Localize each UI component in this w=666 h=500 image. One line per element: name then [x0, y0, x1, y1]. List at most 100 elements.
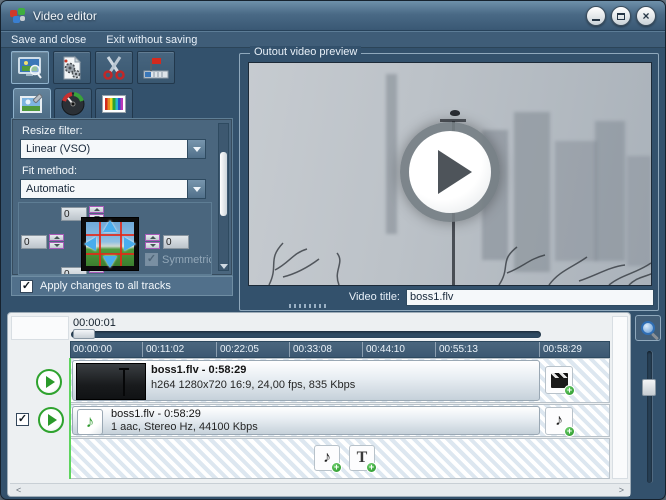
crop-arrow-down-icon[interactable] [103, 256, 117, 268]
preview-tool-button[interactable] [11, 51, 49, 84]
audio-track-checkbox[interactable]: ✓ [16, 413, 29, 426]
crop-arrow-left-icon[interactable] [84, 237, 96, 251]
add-video-icon [551, 373, 568, 388]
video-editor-window: Video editor × Save and close Exit witho… [0, 0, 666, 500]
marker-icon [142, 55, 170, 81]
video-title-input[interactable] [406, 289, 654, 306]
add-audio-track-button[interactable]: ♪ + [314, 445, 340, 471]
play-button[interactable] [400, 122, 500, 222]
apply-all-tracks-label: Apply changes to all tracks [40, 280, 171, 292]
plus-icon: + [564, 385, 575, 396]
timeline-horizontal-scrollbar[interactable]: < > [10, 483, 630, 496]
ruler-tick [539, 342, 540, 358]
panel-scrollbar-thumb[interactable] [220, 152, 227, 216]
app-icon [10, 8, 26, 24]
ruler-label: 00:00:00 [73, 344, 112, 355]
crop-left-stepper[interactable] [49, 234, 64, 249]
image-edit-tab-icon [19, 93, 45, 115]
tab-image-edit[interactable] [13, 88, 51, 119]
crop-arrow-right-icon[interactable] [124, 237, 136, 251]
ruler-label: 00:11:02 [146, 344, 184, 355]
crop-right-input[interactable] [163, 235, 189, 249]
ruler-label: 00:44:10 [366, 344, 405, 355]
timeline-zoom-slider-thumb[interactable] [642, 379, 656, 396]
seek-slider-track[interactable] [71, 331, 541, 338]
timeline-vertical-scrollbar[interactable] [612, 316, 628, 479]
output-preview-label: Outout video preview [250, 46, 361, 58]
menu-save-and-close[interactable]: Save and close [1, 32, 96, 47]
minimize-button[interactable] [586, 6, 606, 26]
tab-color[interactable] [95, 88, 133, 119]
tree-branches [249, 215, 652, 285]
scroll-right-icon[interactable]: > [619, 485, 624, 495]
cut-button[interactable] [95, 51, 133, 84]
tab-speed[interactable] [54, 88, 92, 119]
add-video-button[interactable]: + [545, 366, 573, 394]
play-icon [48, 414, 57, 426]
scroll-down-icon[interactable] [220, 264, 228, 269]
maximize-button[interactable] [611, 6, 631, 26]
plus-icon: + [366, 462, 377, 473]
apply-all-tracks-option: ✓ Apply changes to all tracks [11, 276, 233, 296]
crop-preview-canvas[interactable] [81, 217, 139, 271]
crop-left-input[interactable] [21, 235, 47, 249]
preview-tool-icon [16, 55, 44, 81]
video-clip[interactable]: boss1.flv - 0:58:29 h264 1280x720 16:9, … [72, 360, 540, 401]
resize-filter-label: Resize filter: [22, 125, 83, 137]
seek-slider-thumb[interactable] [73, 329, 95, 339]
symmetric-option: ✓ Symmetric [145, 253, 212, 266]
chevron-down-icon[interactable] [187, 140, 205, 158]
symmetric-checkbox[interactable]: ✓ [145, 253, 158, 266]
audio-clip[interactable]: ♪ boss1.flv - 0:58:29 1 aac, Stereo Hz, … [72, 406, 540, 435]
ruler-label: 00:33:08 [293, 344, 332, 355]
add-text-button[interactable]: T + [349, 445, 375, 471]
current-time-label: 00:00:01 [73, 317, 116, 329]
audio-clip-details: 1 aac, Stereo Hz, 44100 Kbps [111, 421, 258, 433]
title-bar[interactable]: Video editor × [1, 1, 666, 31]
maximize-icon [617, 13, 625, 20]
audio-track-row: ♪ boss1.flv - 0:58:29 1 aac, Stereo Hz, … [70, 404, 610, 437]
video-clip-details: h264 1280x720 16:9, 24,00 fps, 835 Kbps [151, 379, 355, 391]
play-icon [438, 150, 472, 194]
timeline-panel: 00:00:01 00:00:0000:11:0200:22:0500:33:0… [7, 312, 631, 497]
crop-group: ✓ Symmetric [18, 202, 212, 275]
video-title-label: Video title: [349, 291, 400, 303]
menu-exit-without-saving[interactable]: Exit without saving [96, 32, 207, 47]
playhead[interactable] [69, 358, 71, 479]
resize-filter-select[interactable]: Linear (VSO) [20, 139, 206, 159]
play-video-track-button[interactable] [36, 369, 62, 395]
timeline-zoom-button[interactable] [635, 315, 661, 341]
zoom-icon [641, 321, 655, 335]
crop-arrow-up-icon[interactable] [103, 220, 117, 232]
fit-method-value: Automatic [21, 183, 187, 195]
video-preview[interactable] [248, 62, 652, 286]
add-audio-button[interactable]: ♪ + [545, 407, 573, 435]
symmetric-label: Symmetric [162, 254, 212, 266]
timeline-ruler[interactable]: 00:00:0000:11:0200:22:0500:33:0800:44:10… [70, 341, 610, 358]
ruler-tick [289, 342, 290, 358]
play-audio-track-button[interactable] [38, 407, 64, 433]
close-button[interactable]: × [636, 6, 656, 26]
fit-method-label: Fit method: [22, 165, 77, 177]
building-silhouette [386, 74, 397, 234]
minimize-icon [592, 19, 600, 21]
ruler-tick [142, 342, 143, 358]
marker-button[interactable] [137, 51, 175, 84]
ruler-label: 00:58:29 [543, 344, 582, 355]
add-audio-icon: ♪ [323, 450, 331, 466]
chevron-down-icon[interactable] [187, 180, 205, 198]
scroll-left-icon[interactable]: < [16, 485, 21, 495]
splitter-grip[interactable] [289, 304, 329, 308]
ruler-label: 00:55:13 [439, 344, 478, 355]
cut-icon [100, 55, 128, 81]
output-settings-button[interactable] [53, 51, 91, 84]
crop-preview-image [86, 222, 134, 266]
resize-filter-value: Linear (VSO) [21, 143, 187, 155]
panel-scrollbar[interactable] [218, 123, 229, 271]
apply-all-tracks-checkbox[interactable]: ✓ [20, 280, 33, 293]
timeline-zoom-slider-track[interactable] [647, 351, 652, 483]
audio-clip-title: boss1.flv - 0:58:29 [111, 408, 201, 420]
fit-method-select[interactable]: Automatic [20, 179, 206, 199]
crop-right-stepper[interactable] [145, 234, 160, 249]
lamp-post-crossbar [440, 119, 466, 122]
